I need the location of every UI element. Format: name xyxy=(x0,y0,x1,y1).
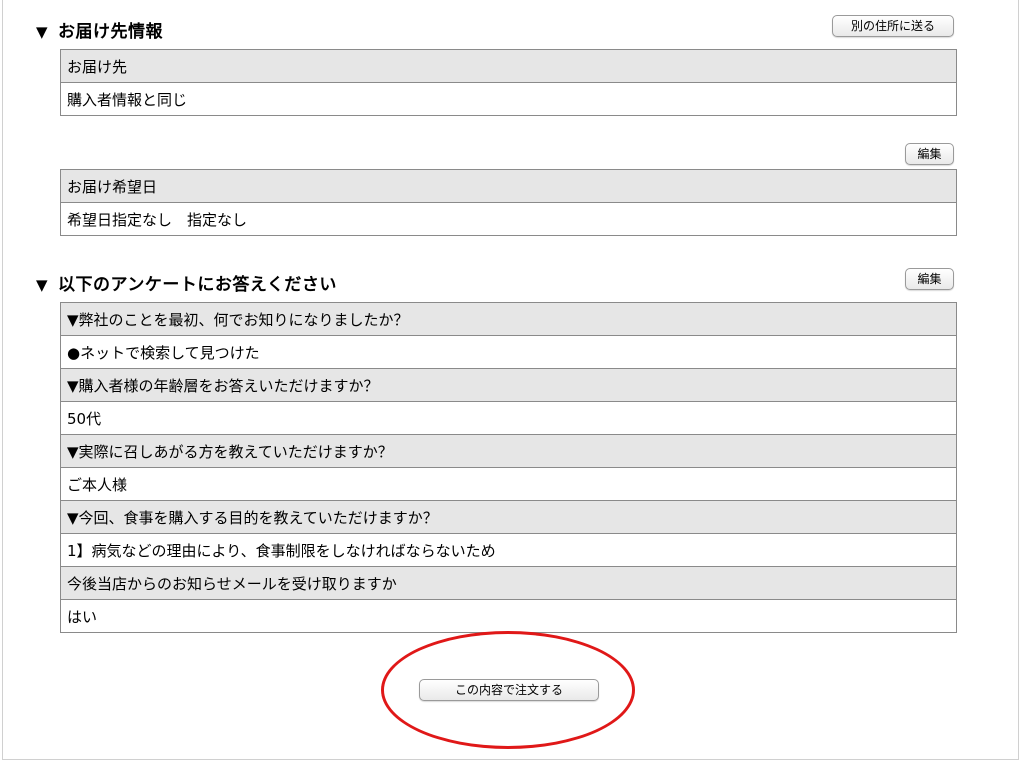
survey-question: ▼実際に召しあがる方を教えていただけますか？ xyxy=(60,434,957,468)
table-row: ▼実際に召しあがる方を教えていただけますか？ xyxy=(60,434,957,468)
survey-answer: ●ネットで検索して見つけた xyxy=(60,335,957,369)
table-row: 購入者情報と同じ xyxy=(60,82,957,116)
survey-answer: ご本人様 xyxy=(60,467,957,501)
table-row: 1】病気などの理由により、食事制限をしなければならないため xyxy=(60,533,957,567)
triangle-down-icon: ▼ xyxy=(36,276,49,294)
place-order-button[interactable]: この内容で注文する xyxy=(419,679,599,701)
survey-table: ▼弊社のことを最初、何でお知りになりましたか？ ●ネットで検索して見つけた ▼購… xyxy=(60,302,957,633)
edit-delivery-date-button[interactable]: 編集 xyxy=(905,143,954,165)
survey-heading-text: 以下のアンケートにお答えください xyxy=(58,275,337,295)
table-row: お届け希望日 xyxy=(60,169,957,203)
table-row: ▼今回、食事を購入する目的を教えていただけますか？ xyxy=(60,500,957,534)
survey-section-heading: ▼ 以下のアンケートにお答えください xyxy=(36,270,337,295)
survey-question: 今後当店からのお知らせメールを受け取りますか xyxy=(60,566,957,600)
survey-answer: 1】病気などの理由により、食事制限をしなければならないため xyxy=(60,533,957,567)
table-row: 希望日指定なし 指定なし xyxy=(60,202,957,236)
survey-question: ▼購入者様の年齢層をお答えいただけますか？ xyxy=(60,368,957,402)
table-row: はい xyxy=(60,599,957,633)
delivery-date-label: お届け希望日 xyxy=(60,169,957,203)
address-label: お届け先 xyxy=(60,49,957,83)
delivery-section-heading: ▼ お届け先情報 xyxy=(36,17,163,42)
delivery-date-table: お届け希望日 希望日指定なし 指定なし xyxy=(60,169,957,236)
address-value: 購入者情報と同じ xyxy=(60,82,957,116)
table-row: ▼弊社のことを最初、何でお知りになりましたか？ xyxy=(60,302,957,336)
survey-question: ▼弊社のことを最初、何でお知りになりましたか？ xyxy=(60,302,957,336)
send-to-other-address-button[interactable]: 別の住所に送る xyxy=(832,15,954,37)
survey-answer: 50代 xyxy=(60,401,957,435)
delivery-heading-text: お届け先情報 xyxy=(58,22,164,42)
survey-question: ▼今回、食事を購入する目的を教えていただけますか？ xyxy=(60,500,957,534)
delivery-address-table: お届け先 購入者情報と同じ xyxy=(60,49,957,116)
edit-survey-button[interactable]: 編集 xyxy=(905,268,954,290)
table-row: ▼購入者様の年齢層をお答えいただけますか？ xyxy=(60,368,957,402)
table-row: お届け先 xyxy=(60,49,957,83)
delivery-date-value: 希望日指定なし 指定なし xyxy=(60,202,957,236)
survey-answer: はい xyxy=(60,599,957,633)
table-row: ご本人様 xyxy=(60,467,957,501)
table-row: 50代 xyxy=(60,401,957,435)
table-row: 今後当店からのお知らせメールを受け取りますか xyxy=(60,566,957,600)
triangle-down-icon: ▼ xyxy=(36,23,49,41)
table-row: ●ネットで検索して見つけた xyxy=(60,335,957,369)
